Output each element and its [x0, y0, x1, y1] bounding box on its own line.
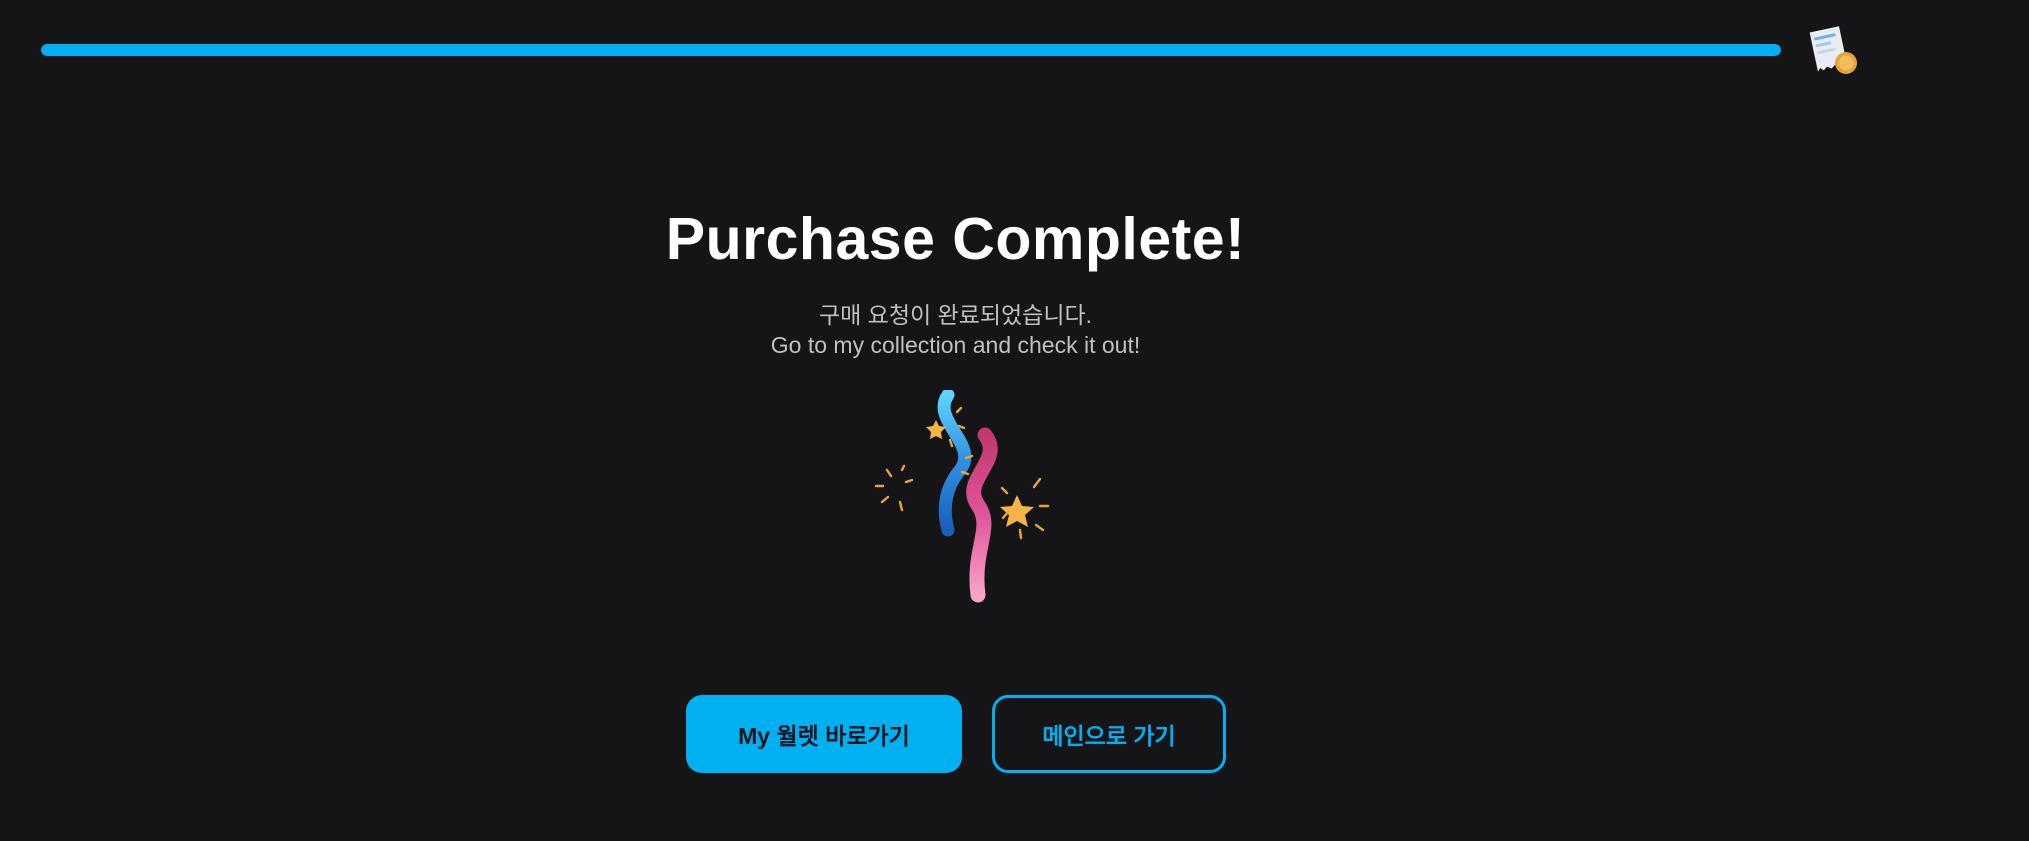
page-title: Purchase Complete! — [665, 206, 1246, 272]
subtitle-english: Go to my collection and check it out! — [770, 332, 1141, 358]
my-wallet-button[interactable]: My 월렛 바로가기 — [686, 695, 962, 773]
receipt-coin-icon — [1809, 26, 1857, 74]
go-main-button[interactable]: 메인으로 가기 — [992, 695, 1226, 773]
party-confetti-icon — [874, 390, 1050, 603]
progress-bar-fill — [41, 44, 1781, 56]
progress-bar — [41, 44, 1781, 56]
subtitle-korean: 구매 요청이 완료되었습니다. — [818, 302, 1093, 328]
